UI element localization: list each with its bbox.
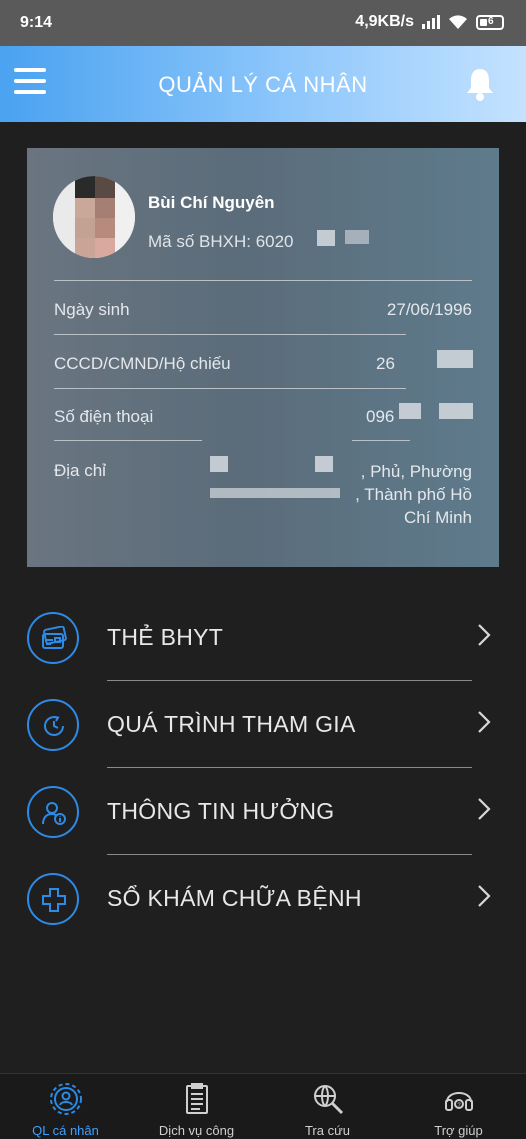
bell-icon[interactable] (464, 66, 496, 102)
nav-personal[interactable]: QL cá nhân (0, 1074, 131, 1139)
nav-public-service[interactable]: Dịch vụ công (131, 1074, 262, 1139)
app-header: QUẢN LÝ CÁ NHÂN (0, 46, 526, 122)
network-speed: 4,9KB/s (355, 13, 414, 30)
nav-label: Trợ giúp (434, 1123, 483, 1138)
menu-label-benefits: THÔNG TIN HƯỞNG (107, 798, 335, 824)
status-time: 9:14 (20, 14, 53, 31)
user-name: Bùi Chí Nguyên (148, 193, 275, 212)
nav-lookup[interactable]: Tra cứu (262, 1074, 393, 1139)
menu-label-medical-record: SỔ KHÁM CHỮA BỆNH (107, 885, 362, 911)
menu-label-bhyt: THẺ BHYT (107, 624, 224, 650)
avatar (53, 176, 135, 258)
chevron-right-icon (478, 711, 491, 733)
bottom-nav: QL cá nhân Dịch vụ công Tra cứu ? Trợ gi… (0, 1073, 526, 1139)
id-label: CCCD/CMND/Hộ chiếu (54, 354, 231, 373)
status-bar: 9:14 4,9KB/s 6 (0, 0, 526, 46)
phone-value: 096 (366, 407, 395, 426)
history-icon (27, 699, 79, 751)
address-label: Địa chỉ (54, 461, 106, 480)
nav-label: Tra cứu (304, 1123, 351, 1138)
menu-item-bhyt[interactable]: THẺ BHYT (0, 594, 526, 681)
dob-value: 27/06/1996 (386, 300, 472, 319)
chevron-right-icon (478, 885, 491, 907)
id-value: 26 (376, 354, 395, 373)
medical-cross-icon (27, 873, 79, 925)
nav-help[interactable]: ? Trợ giúp (393, 1074, 524, 1139)
nav-label: QL cá nhân (32, 1123, 99, 1138)
menu-item-medical-record[interactable]: SỔ KHÁM CHỮA BỆNH (0, 855, 526, 942)
status-indicators: 4,9KB/s 6 (355, 13, 504, 31)
wifi-icon (449, 15, 467, 29)
profile-card: Bùi Chí Nguyên Mã số BHXH: 6020 Ngày sin… (27, 148, 499, 567)
menu-label-participation: QUÁ TRÌNH THAM GIA (107, 711, 356, 737)
phone-label: Số điện thoại (54, 407, 154, 426)
globe-search-icon (313, 1085, 343, 1115)
clipboard-icon (185, 1083, 208, 1114)
page-title: QUẢN LÝ CÁ NHÂN (158, 72, 368, 97)
personal-gear-icon (49, 1083, 82, 1115)
health-card-icon (27, 612, 79, 664)
signal-icon (422, 15, 440, 29)
menu-item-participation[interactable]: QUÁ TRÌNH THAM GIA (0, 681, 526, 768)
chevron-right-icon (478, 798, 491, 820)
bhxh-number: Mã số BHXH: 6020 (148, 232, 294, 251)
user-info-icon (27, 786, 79, 838)
chevron-right-icon (478, 624, 491, 646)
nav-label: Dịch vụ công (158, 1123, 235, 1138)
address-value: , Phủ, Phường, Thành phố Hồ Chí Minh (355, 462, 472, 527)
headset-icon: ? (444, 1092, 473, 1111)
menu-item-benefits[interactable]: THÔNG TIN HƯỞNG (0, 768, 526, 855)
battery-icon: 6 (476, 14, 504, 30)
dob-label: Ngày sinh (54, 300, 130, 319)
